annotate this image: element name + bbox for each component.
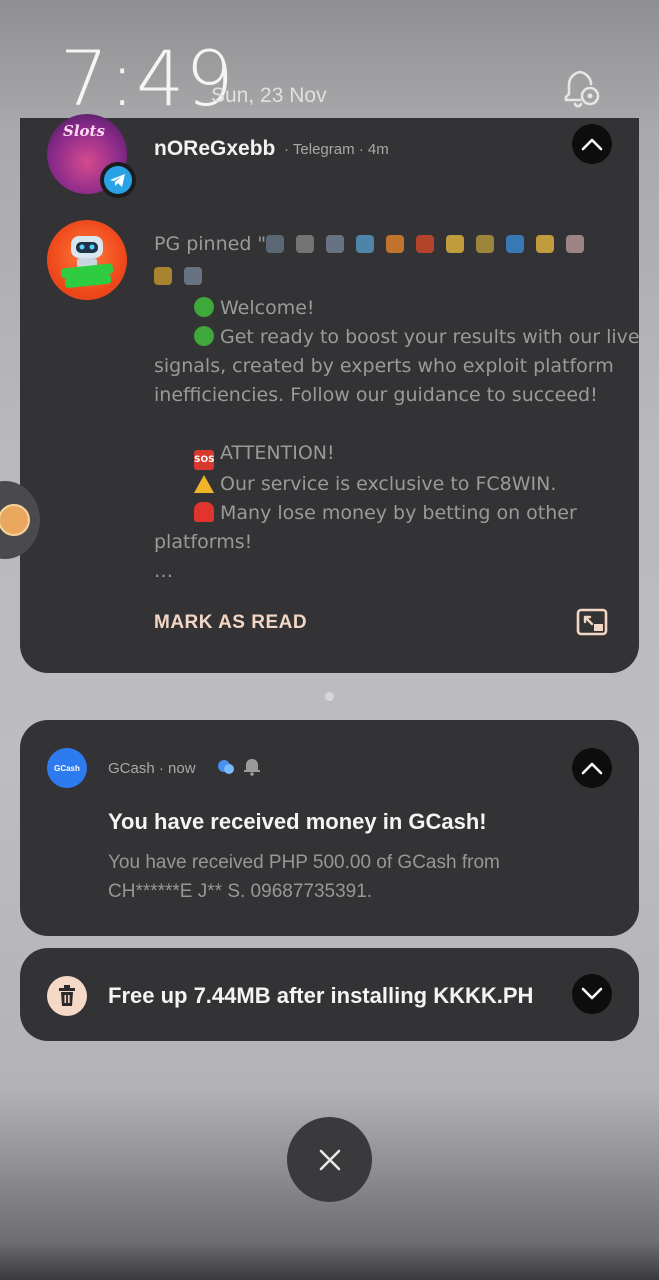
sos-icon: SOS: [194, 450, 215, 470]
notification-title: Free up 7.44MB after installing KKKK.PH: [108, 983, 534, 1008]
chevron-up-icon[interactable]: [572, 124, 612, 164]
emoji-row-2: [154, 265, 214, 294]
message-ellipsis: …: [154, 560, 173, 582]
chat-bubble-icon: [217, 758, 235, 776]
avatar-label: Slots: [63, 122, 105, 140]
clock: 7:49: [60, 34, 235, 123]
green-circle-icon: [194, 297, 214, 317]
telegram-notification-card[interactable]: Slots nOReGxebb · Telegram · 4m PG pinne…: [20, 114, 640, 673]
body-line-1: You have received PHP 500.00 of GCash fr…: [108, 852, 500, 873]
notification-meta: · Telegram · 4m: [284, 141, 389, 158]
chevron-up-icon[interactable]: [572, 748, 612, 788]
close-icon: [319, 1149, 340, 1170]
telegram-icon: [100, 162, 136, 198]
bell-settings-icon[interactable]: [558, 66, 604, 112]
notification-title: You have received money in GCash!: [108, 809, 487, 834]
notification-body: You have received PHP 500.00 of GCash fr…: [108, 848, 578, 906]
date: Sun, 23 Nov: [211, 84, 327, 107]
bell-icon: [242, 756, 262, 776]
storage-notification-card[interactable]: Free up 7.44MB after installing KKKK.PH: [20, 948, 639, 1041]
gcash-logo: GCash: [47, 748, 87, 788]
dismiss-all-button[interactable]: [287, 1117, 372, 1202]
warning-icon: [194, 475, 214, 493]
message-line-6: ATTENTION!: [220, 442, 335, 464]
body-line-2: CH******E J** S. 09687735391.: [108, 881, 373, 902]
floating-bubble-icon: [0, 504, 30, 536]
green-circle-icon: [194, 326, 214, 346]
notification-meta: GCash · now: [108, 760, 196, 777]
message-line-4: signals, created by experts who exploit …: [154, 355, 614, 377]
message-line-1: PG pinned ": [154, 233, 267, 255]
message-line-2: Welcome!: [220, 297, 315, 319]
message-line-7: Our service is exclusive to FC8WIN.: [220, 473, 557, 495]
message-line-9: platforms!: [154, 531, 253, 553]
status-bar: 7:49 Sun, 23 Nov: [0, 0, 659, 123]
trash-icon: [47, 976, 87, 1016]
message-line-5: inefficiencies. Follow our guidance to s…: [154, 384, 598, 406]
gcash-notification-card[interactable]: GCash GCash · now You have received mone…: [20, 720, 639, 936]
mark-as-read-button[interactable]: MARK AS READ: [154, 612, 307, 634]
message-line-8: Many lose money by betting on other: [220, 502, 577, 524]
page-indicator-dot: [325, 692, 334, 701]
siren-icon: [194, 502, 214, 522]
sender-name: nOReGxebb: [154, 137, 276, 160]
group-avatar: [47, 220, 127, 300]
emoji-row: [266, 233, 596, 262]
picture-in-picture-icon[interactable]: [576, 608, 608, 638]
message-line-3: Get ready to boost your results with our…: [220, 326, 640, 348]
message-body: PG pinned " Welcome! Get ready to boost …: [154, 230, 640, 586]
chevron-down-icon[interactable]: [572, 974, 612, 1014]
